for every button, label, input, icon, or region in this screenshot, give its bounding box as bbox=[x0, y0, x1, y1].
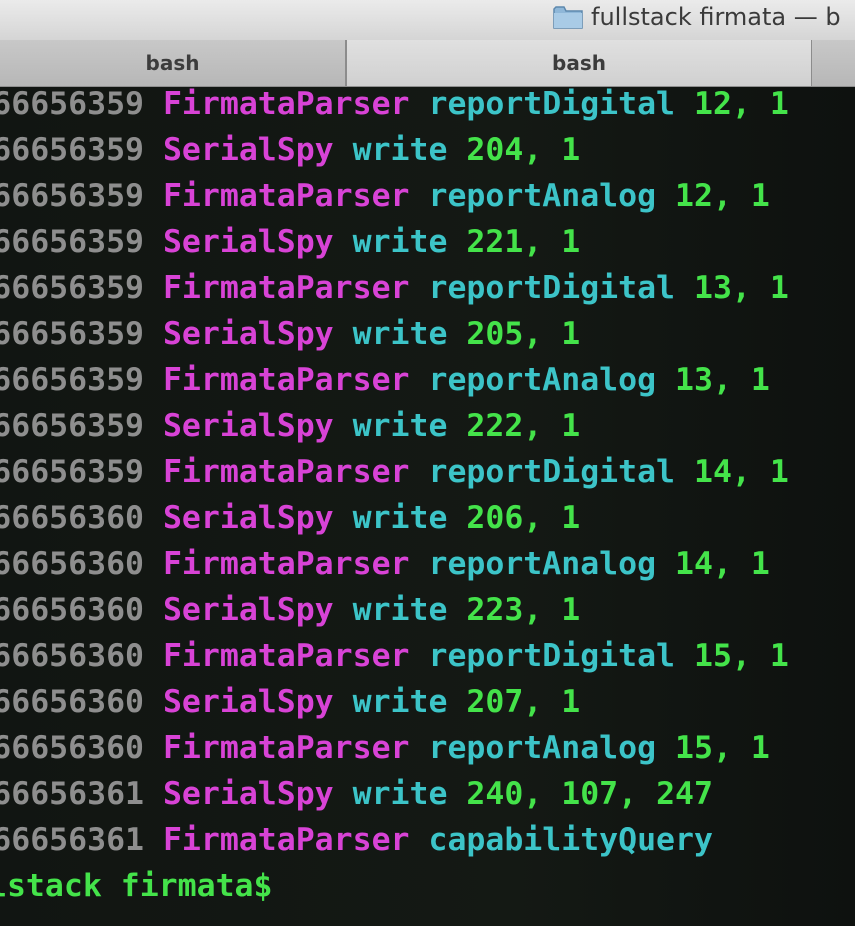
log-module: SerialSpy bbox=[162, 684, 334, 720]
tab-overflow bbox=[812, 40, 855, 86]
terminal-line: 66656360 FirmataParser reportDigital 15,… bbox=[0, 633, 789, 679]
log-timestamp: 66656359 bbox=[0, 270, 144, 306]
log-module: FirmataParser bbox=[162, 178, 410, 214]
log-function: reportAnalog bbox=[428, 178, 657, 214]
log-timestamp: 66656359 bbox=[0, 454, 144, 490]
log-function: reportDigital bbox=[428, 454, 676, 490]
log-function: write bbox=[352, 684, 448, 720]
log-module: FirmataParser bbox=[162, 822, 410, 858]
log-timestamp: 66656359 bbox=[0, 132, 144, 168]
log-timestamp: 66656359 bbox=[0, 178, 144, 214]
log-args: 14, 1 bbox=[675, 546, 770, 582]
terminal-line: 66656359 SerialSpy write 221, 1 bbox=[0, 219, 580, 265]
terminal-line: 66656359 FirmataParser reportDigital 14,… bbox=[0, 449, 789, 495]
log-args: 12, 1 bbox=[675, 178, 770, 214]
log-module: FirmataParser bbox=[162, 454, 410, 490]
terminal-line: 66656361 SerialSpy write 240, 107, 247 bbox=[0, 771, 713, 817]
log-timestamp: 66656360 bbox=[0, 684, 144, 720]
terminal-line: 66656359 SerialSpy write 205, 1 bbox=[0, 311, 580, 357]
log-module: SerialSpy bbox=[162, 132, 334, 168]
log-module: FirmataParser bbox=[162, 362, 410, 398]
log-timestamp: 66656361 bbox=[0, 776, 144, 812]
log-args: 15, 1 bbox=[694, 638, 789, 674]
terminal-line: 66656359 FirmataParser reportDigital 12,… bbox=[0, 87, 789, 127]
log-function: write bbox=[352, 316, 448, 352]
log-function: write bbox=[352, 500, 448, 536]
window-title: fullstack firmata — b bbox=[553, 3, 841, 31]
log-function: reportDigital bbox=[428, 270, 676, 306]
log-timestamp: 66656359 bbox=[0, 87, 144, 122]
tab-label: bash bbox=[145, 51, 200, 75]
log-function: reportAnalog bbox=[428, 730, 657, 766]
terminal-line: 66656359 SerialSpy write 204, 1 bbox=[0, 127, 580, 173]
folder-icon bbox=[553, 6, 583, 29]
terminal-line: 66656359 FirmataParser reportDigital 13,… bbox=[0, 265, 789, 311]
log-timestamp: 66656360 bbox=[0, 638, 144, 674]
log-args: 204, 1 bbox=[466, 132, 581, 168]
terminal-line: 66656360 FirmataParser reportAnalog 14, … bbox=[0, 541, 770, 587]
terminal-line: 66656360 SerialSpy write 206, 1 bbox=[0, 495, 580, 541]
terminal-line: 66656360 SerialSpy write 207, 1 bbox=[0, 679, 580, 725]
terminal-line: 66656359 FirmataParser reportAnalog 12, … bbox=[0, 173, 770, 219]
log-args: 240, 107, 247 bbox=[466, 776, 713, 812]
log-module: FirmataParser bbox=[162, 87, 410, 122]
log-timestamp: 66656359 bbox=[0, 362, 144, 398]
log-module: SerialSpy bbox=[162, 408, 334, 444]
log-args: 15, 1 bbox=[675, 730, 770, 766]
log-function: reportAnalog bbox=[428, 546, 657, 582]
log-function: write bbox=[352, 592, 448, 628]
log-timestamp: 66656360 bbox=[0, 730, 144, 766]
window-titlebar: fullstack firmata — b bbox=[0, 0, 855, 40]
log-module: SerialSpy bbox=[162, 224, 334, 260]
terminal-line: 66656359 SerialSpy write 222, 1 bbox=[0, 403, 580, 449]
log-module: SerialSpy bbox=[162, 316, 334, 352]
log-function: reportDigital bbox=[428, 638, 676, 674]
log-module: FirmataParser bbox=[162, 270, 410, 306]
log-timestamp: 66656359 bbox=[0, 224, 144, 260]
log-args: 13, 1 bbox=[694, 270, 789, 306]
log-function: capabilityQuery bbox=[428, 822, 713, 858]
log-args: 221, 1 bbox=[466, 224, 581, 260]
tab-bar: bash bash bbox=[0, 40, 855, 87]
log-timestamp: 66656360 bbox=[0, 592, 144, 628]
log-args: 14, 1 bbox=[694, 454, 789, 490]
terminal-output[interactable]: 66656359 FirmataParser reportDigital 12,… bbox=[0, 87, 855, 926]
log-function: write bbox=[352, 408, 448, 444]
log-args: 207, 1 bbox=[466, 684, 581, 720]
terminal-line: 66656360 FirmataParser reportAnalog 15, … bbox=[0, 725, 770, 771]
log-function: reportDigital bbox=[428, 87, 676, 122]
shell-prompt: lstack firmata$ bbox=[0, 868, 273, 904]
log-function: write bbox=[352, 224, 448, 260]
log-module: FirmataParser bbox=[162, 546, 410, 582]
log-timestamp: 66656359 bbox=[0, 408, 144, 444]
tab-bash-2[interactable]: bash bbox=[346, 40, 812, 86]
terminal-line: 66656360 SerialSpy write 223, 1 bbox=[0, 587, 580, 633]
log-timestamp: 66656361 bbox=[0, 822, 144, 858]
log-function: write bbox=[352, 132, 448, 168]
log-args: 12, 1 bbox=[694, 87, 789, 122]
log-timestamp: 66656359 bbox=[0, 316, 144, 352]
log-module: SerialSpy bbox=[162, 500, 334, 536]
tab-label: bash bbox=[552, 51, 606, 75]
tab-bash-1[interactable]: bash bbox=[0, 40, 346, 86]
log-timestamp: 66656360 bbox=[0, 546, 144, 582]
log-function: write bbox=[352, 776, 448, 812]
log-function: reportAnalog bbox=[428, 362, 657, 398]
log-module: FirmataParser bbox=[162, 638, 410, 674]
terminal-line: 66656361 FirmataParser capabilityQuery bbox=[0, 817, 713, 863]
log-args: 222, 1 bbox=[466, 408, 581, 444]
terminal-line: 66656359 FirmataParser reportAnalog 13, … bbox=[0, 357, 770, 403]
log-module: SerialSpy bbox=[162, 592, 334, 628]
log-args: 13, 1 bbox=[675, 362, 770, 398]
log-args: 206, 1 bbox=[466, 500, 581, 536]
window-title-text: fullstack firmata — b bbox=[591, 3, 841, 31]
log-module: SerialSpy bbox=[162, 776, 334, 812]
log-args: 223, 1 bbox=[466, 592, 581, 628]
log-timestamp: 66656360 bbox=[0, 500, 144, 536]
log-args: 205, 1 bbox=[466, 316, 581, 352]
log-module: FirmataParser bbox=[162, 730, 410, 766]
